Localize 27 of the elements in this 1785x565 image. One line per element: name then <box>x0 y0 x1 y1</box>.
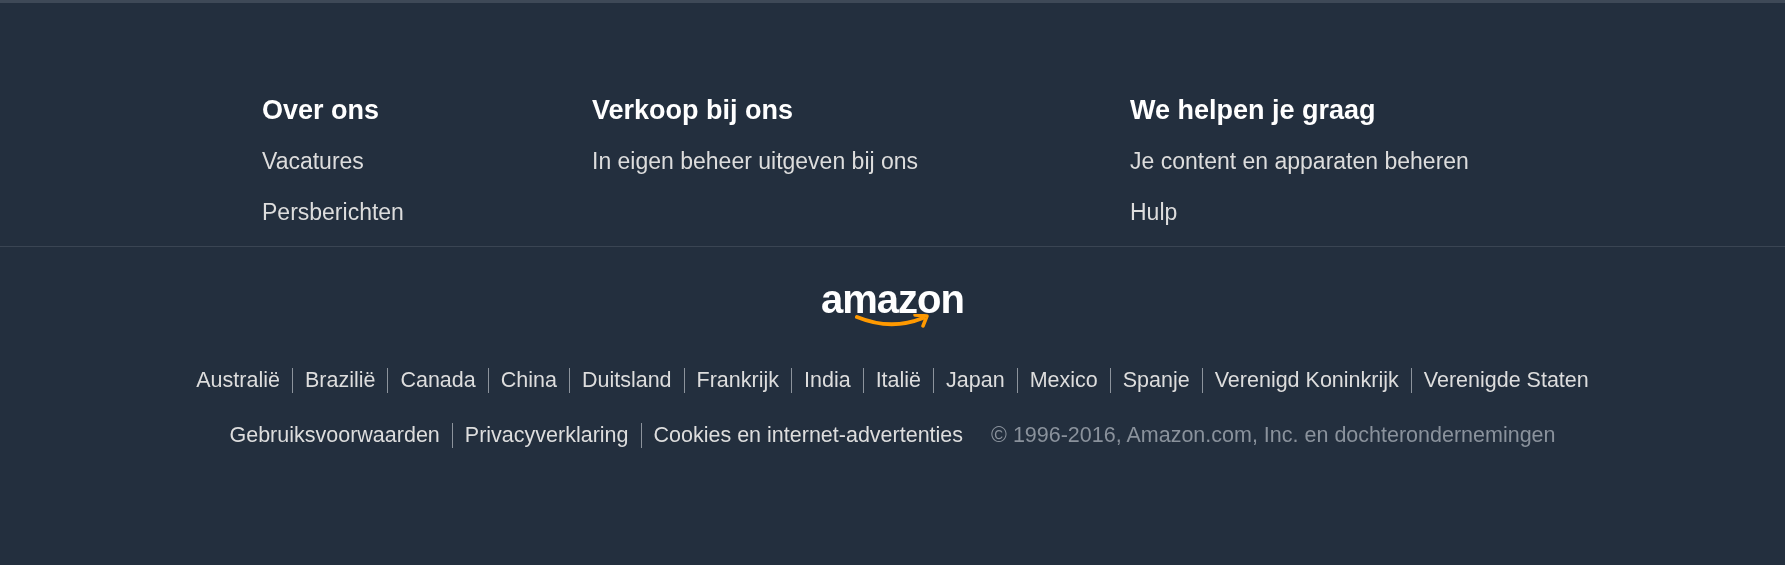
country-link[interactable]: Spanje <box>1122 367 1190 393</box>
legal-link[interactable]: Privacyverklaring <box>464 422 629 448</box>
legal-link[interactable]: Gebruiksvoorwaarden <box>229 422 440 448</box>
country-link[interactable]: Frankrijk <box>696 367 779 393</box>
column-heading: Over ons <box>262 94 380 126</box>
footer-link[interactable]: Je content en apparaten beheren <box>1130 136 1469 187</box>
copyright-text: © 1996-2016, Amazon.com, Inc. en dochterondernemingen <box>991 422 1556 448</box>
country-link[interactable]: Mexico <box>1029 367 1098 393</box>
country-link[interactable]: China <box>500 367 557 393</box>
footer-link[interactable]: Hulp <box>1130 187 1178 238</box>
footer-link[interactable]: Vacatures <box>262 136 364 187</box>
legal-link[interactable]: Cookies en internet-advertenties <box>653 422 964 448</box>
column-heading: We helpen je graag <box>1130 94 1376 126</box>
country-link[interactable]: Italië <box>875 367 922 393</box>
smile-arrow-icon <box>854 314 931 330</box>
logo-text[interactable]: amazon <box>821 281 964 317</box>
column-heading: Verkoop bij ons <box>592 94 794 126</box>
country-link[interactable]: Verenigde Staten <box>1423 367 1589 393</box>
country-link[interactable]: Japan <box>946 367 1005 393</box>
country-link[interactable]: India <box>804 367 851 393</box>
footer-link[interactable]: Persberichten <box>262 187 404 238</box>
country-link[interactable]: Duitsland <box>581 367 672 393</box>
country-link[interactable]: Brazilië <box>304 367 376 393</box>
country-link[interactable]: Verenigd Koninkrijk <box>1214 367 1399 393</box>
country-link[interactable]: Australië <box>196 367 280 393</box>
footer-link[interactable]: In eigen beheer uitgeven bij ons <box>592 136 919 187</box>
country-link[interactable]: Canada <box>400 367 476 393</box>
